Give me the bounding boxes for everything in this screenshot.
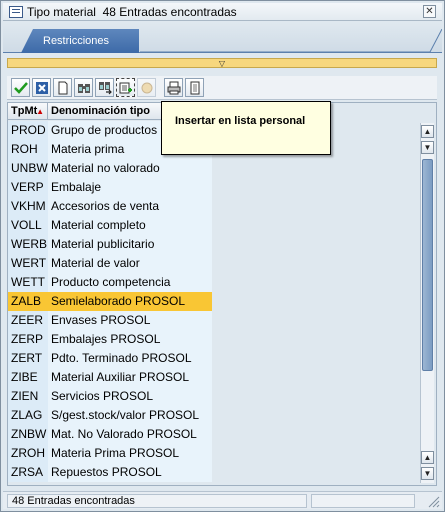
cell-description: Repuestos PROSOL bbox=[48, 463, 212, 482]
table-row[interactable]: ZERP Embalajes PROSOL bbox=[8, 330, 420, 349]
table-row[interactable]: ZLAG S/gest.stock/valor PROSOL bbox=[8, 406, 420, 425]
table-row[interactable]: VERP Embalaje bbox=[8, 178, 420, 197]
cell-code: ZNBW bbox=[8, 425, 48, 444]
resize-grip-icon[interactable] bbox=[426, 494, 440, 508]
cell-code: UNBW bbox=[8, 159, 48, 178]
status-bar: 48 Entradas encontradas bbox=[3, 491, 442, 509]
table-row[interactable]: ZALB Semielaborado PROSOL bbox=[8, 292, 420, 311]
cell-code: ZLAG bbox=[8, 406, 48, 425]
cell-code: WERT bbox=[8, 254, 48, 273]
find-icon[interactable] bbox=[74, 78, 93, 97]
cell-description: Embalaje bbox=[48, 178, 212, 197]
cell-code: ROH bbox=[8, 140, 48, 159]
cell-code: ZROH bbox=[8, 444, 48, 463]
cell-code: ZERT bbox=[8, 349, 48, 368]
cell-description: Materia Prima PROSOL bbox=[48, 444, 212, 463]
personal-list-icon[interactable] bbox=[137, 78, 156, 97]
cell-description: Material de valor bbox=[48, 254, 212, 273]
column-header-tpmt[interactable]: TpMt ▲ bbox=[8, 103, 48, 120]
value-help-window: Tipo material 48 Entradas encontradas ✕ … bbox=[0, 0, 445, 512]
cell-description: S/gest.stock/valor PROSOL bbox=[48, 406, 212, 425]
table-rows: PROD Grupo de productos ROH Materia prima UN… bbox=[8, 121, 420, 482]
cell-description: Envases PROSOL bbox=[48, 311, 212, 330]
chevron-down-icon: ▽ bbox=[218, 59, 226, 68]
cell-code: PROD bbox=[8, 121, 48, 140]
cell-code: VERP bbox=[8, 178, 48, 197]
cell-code: ZEER bbox=[8, 311, 48, 330]
cell-description: Accesorios de venta bbox=[48, 197, 212, 216]
scroll-thumb[interactable] bbox=[422, 159, 433, 371]
find-next-icon[interactable] bbox=[95, 78, 114, 97]
table-row[interactable]: ZRSA Repuestos PROSOL bbox=[8, 463, 420, 482]
scroll-bottom-button[interactable]: ▼ bbox=[421, 467, 434, 480]
cell-description: Material publicitario bbox=[48, 235, 212, 254]
insert-personal-list-icon[interactable] bbox=[116, 78, 135, 97]
table-row[interactable]: ZERT Pdto. Terminado PROSOL bbox=[8, 349, 420, 368]
table-row[interactable]: ZIBE Material Auxiliar PROSOL bbox=[8, 368, 420, 387]
new-document-icon[interactable] bbox=[53, 78, 72, 97]
table-row[interactable]: ZNBW Mat. No Valorado PROSOL bbox=[8, 425, 420, 444]
vertical-scrollbar[interactable]: ▲ ▼ ▲ ▼ bbox=[420, 123, 434, 483]
scroll-top-button[interactable]: ▲ bbox=[421, 125, 434, 138]
restrictions-expander[interactable]: ▽ bbox=[7, 58, 437, 68]
table-row[interactable]: VKHM Accesorios de venta bbox=[8, 197, 420, 216]
cell-code: VKHM bbox=[8, 197, 48, 216]
title-bar: Tipo material 48 Entradas encontradas ✕ bbox=[3, 3, 442, 21]
cell-code: WERB bbox=[8, 235, 48, 254]
table-row[interactable]: ZIEN Servicios PROSOL bbox=[8, 387, 420, 406]
cell-description: Embalajes PROSOL bbox=[48, 330, 212, 349]
close-button[interactable]: ✕ bbox=[423, 5, 436, 18]
cell-description: Pdto. Terminado PROSOL bbox=[48, 349, 212, 368]
table-row[interactable]: WETT Producto competencia bbox=[8, 273, 420, 292]
cell-description: Material Auxiliar PROSOL bbox=[48, 368, 212, 387]
table-row[interactable]: ZEER Envases PROSOL bbox=[8, 311, 420, 330]
tab-restricciones[interactable]: Restricciones bbox=[21, 29, 139, 53]
cell-code: ZRSA bbox=[8, 463, 48, 482]
toolbar bbox=[7, 76, 437, 100]
cell-description: Material no valorado bbox=[48, 159, 212, 178]
cell-description: Producto competencia bbox=[48, 273, 212, 292]
cell-code: ZALB bbox=[8, 292, 48, 311]
cell-code: WETT bbox=[8, 273, 48, 292]
check-icon[interactable] bbox=[11, 78, 30, 97]
cell-code: VOLL bbox=[8, 216, 48, 235]
scroll-down-button[interactable]: ▲ bbox=[421, 451, 434, 464]
window-title: Tipo material 48 Entradas encontradas bbox=[27, 4, 237, 19]
cancel-icon[interactable] bbox=[32, 78, 51, 97]
tab-strip-decoration bbox=[140, 29, 442, 53]
window-icon bbox=[9, 5, 23, 18]
cell-code: ZIBE bbox=[8, 368, 48, 387]
table-row[interactable]: ZROH Materia Prima PROSOL bbox=[8, 444, 420, 463]
tooltip: Insertar en lista personal bbox=[161, 101, 331, 155]
cell-description: Servicios PROSOL bbox=[48, 387, 212, 406]
cell-code: ZERP bbox=[8, 330, 48, 349]
result-table: TpMt ▲ Denominación tipo PROD Grupo de pro… bbox=[7, 102, 437, 486]
cell-description: Material completo bbox=[48, 216, 212, 235]
print-icon[interactable] bbox=[164, 78, 183, 97]
scroll-up-button[interactable]: ▼ bbox=[421, 141, 434, 154]
table-row[interactable]: WERT Material de valor bbox=[8, 254, 420, 273]
cell-description: Mat. No Valorado PROSOL bbox=[48, 425, 212, 444]
table-row[interactable]: UNBW Material no valorado bbox=[8, 159, 420, 178]
table-row[interactable]: VOLL Material completo bbox=[8, 216, 420, 235]
table-row[interactable]: WERB Material publicitario bbox=[8, 235, 420, 254]
status-field-empty bbox=[311, 494, 415, 508]
cell-description: Semielaborado PROSOL bbox=[48, 292, 212, 311]
tab-strip: Restricciones bbox=[3, 23, 442, 53]
sort-indicator-icon: ▲ bbox=[36, 107, 44, 116]
info-icon[interactable] bbox=[185, 78, 204, 97]
cell-code: ZIEN bbox=[8, 387, 48, 406]
status-text: 48 Entradas encontradas bbox=[7, 494, 307, 508]
